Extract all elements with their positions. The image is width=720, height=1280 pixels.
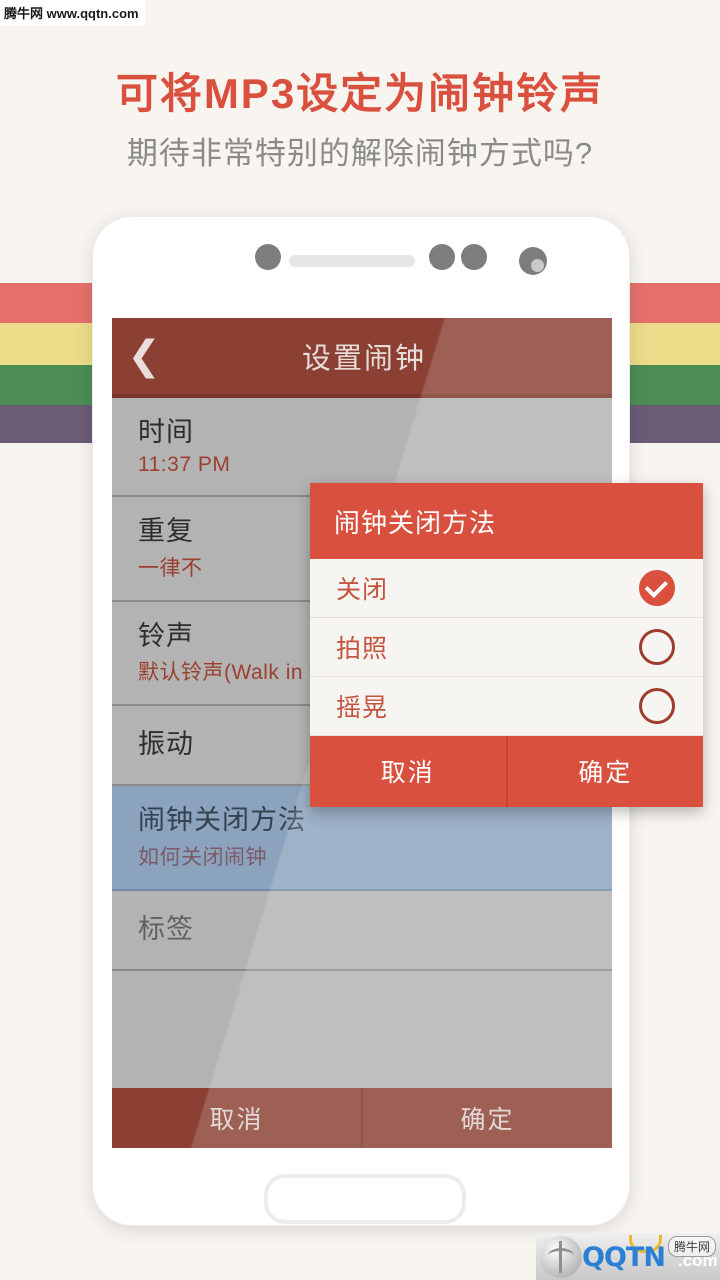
radio-unchecked-icon[interactable] [639, 688, 675, 724]
dialog-option-label: 关闭 [336, 576, 389, 604]
list-item-time[interactable]: 时间 11:37 PM [112, 398, 612, 497]
light-sensor-icon [429, 244, 455, 270]
list-item-title: 时间 [138, 417, 194, 447]
proximity-sensor-icon [255, 244, 281, 270]
screen-confirm-button[interactable]: 确定 [363, 1088, 612, 1148]
screen-cancel-button[interactable]: 取消 [112, 1088, 361, 1148]
list-item-title: 闹钟关闭方法 [138, 805, 306, 835]
watermark-top-left: 腾牛网 www.qqtn.com [0, 0, 145, 26]
app-bar: ❮ 设置闹钟 [112, 318, 612, 394]
page-title: 可将MP3设定为闹钟铃声 [115, 70, 605, 117]
qqtn-logo-icon [540, 1235, 582, 1278]
dialog-option-label: 摇晃 [336, 694, 389, 722]
list-item-value: 如何关闭闹钟 [138, 845, 267, 869]
radio-checked-icon[interactable] [639, 570, 675, 606]
dialog-option-shake[interactable]: 摇晃 [310, 677, 703, 736]
dialog-option-label: 拍照 [336, 635, 389, 663]
screen-action-bar: 取消 确定 [112, 1088, 612, 1148]
earpiece-speaker [289, 255, 415, 267]
home-button[interactable] [264, 1174, 466, 1224]
dialog-option-photo[interactable]: 拍照 [310, 618, 703, 677]
dialog-title: 闹钟关闭方法 [310, 483, 703, 559]
list-item-label[interactable]: 标签 [112, 891, 612, 971]
dialog-cancel-button[interactable]: 取消 [310, 736, 506, 807]
radio-unchecked-icon[interactable] [639, 629, 675, 665]
watermark-brand: QQTN [582, 1242, 666, 1273]
chevron-left-icon[interactable]: ❮ [112, 318, 176, 394]
watermark-badge: 腾牛网 [667, 1236, 716, 1257]
watermark-text: QQTN .com 腾牛网 [582, 1233, 720, 1280]
list-item-value: 11:37 PM [138, 452, 231, 476]
dialog-confirm-button[interactable]: 确定 [508, 736, 704, 807]
page-subtitle: 期待非常特别的解除闹钟方式吗? [126, 136, 594, 171]
watermark-bottom-right: QQTN .com 腾牛网 [536, 1233, 720, 1280]
front-camera-icon [519, 247, 547, 275]
list-item-title: 标签 [138, 913, 194, 944]
dialog-option-off[interactable]: 关闭 [310, 559, 703, 618]
dialog-actions: 取消 确定 [310, 736, 703, 807]
app-bar-title: 设置闹钟 [301, 343, 426, 375]
front-sensor-icon [461, 244, 487, 270]
dismiss-method-dialog: 闹钟关闭方法 关闭 拍照 摇晃 取消 确定 [310, 483, 703, 807]
